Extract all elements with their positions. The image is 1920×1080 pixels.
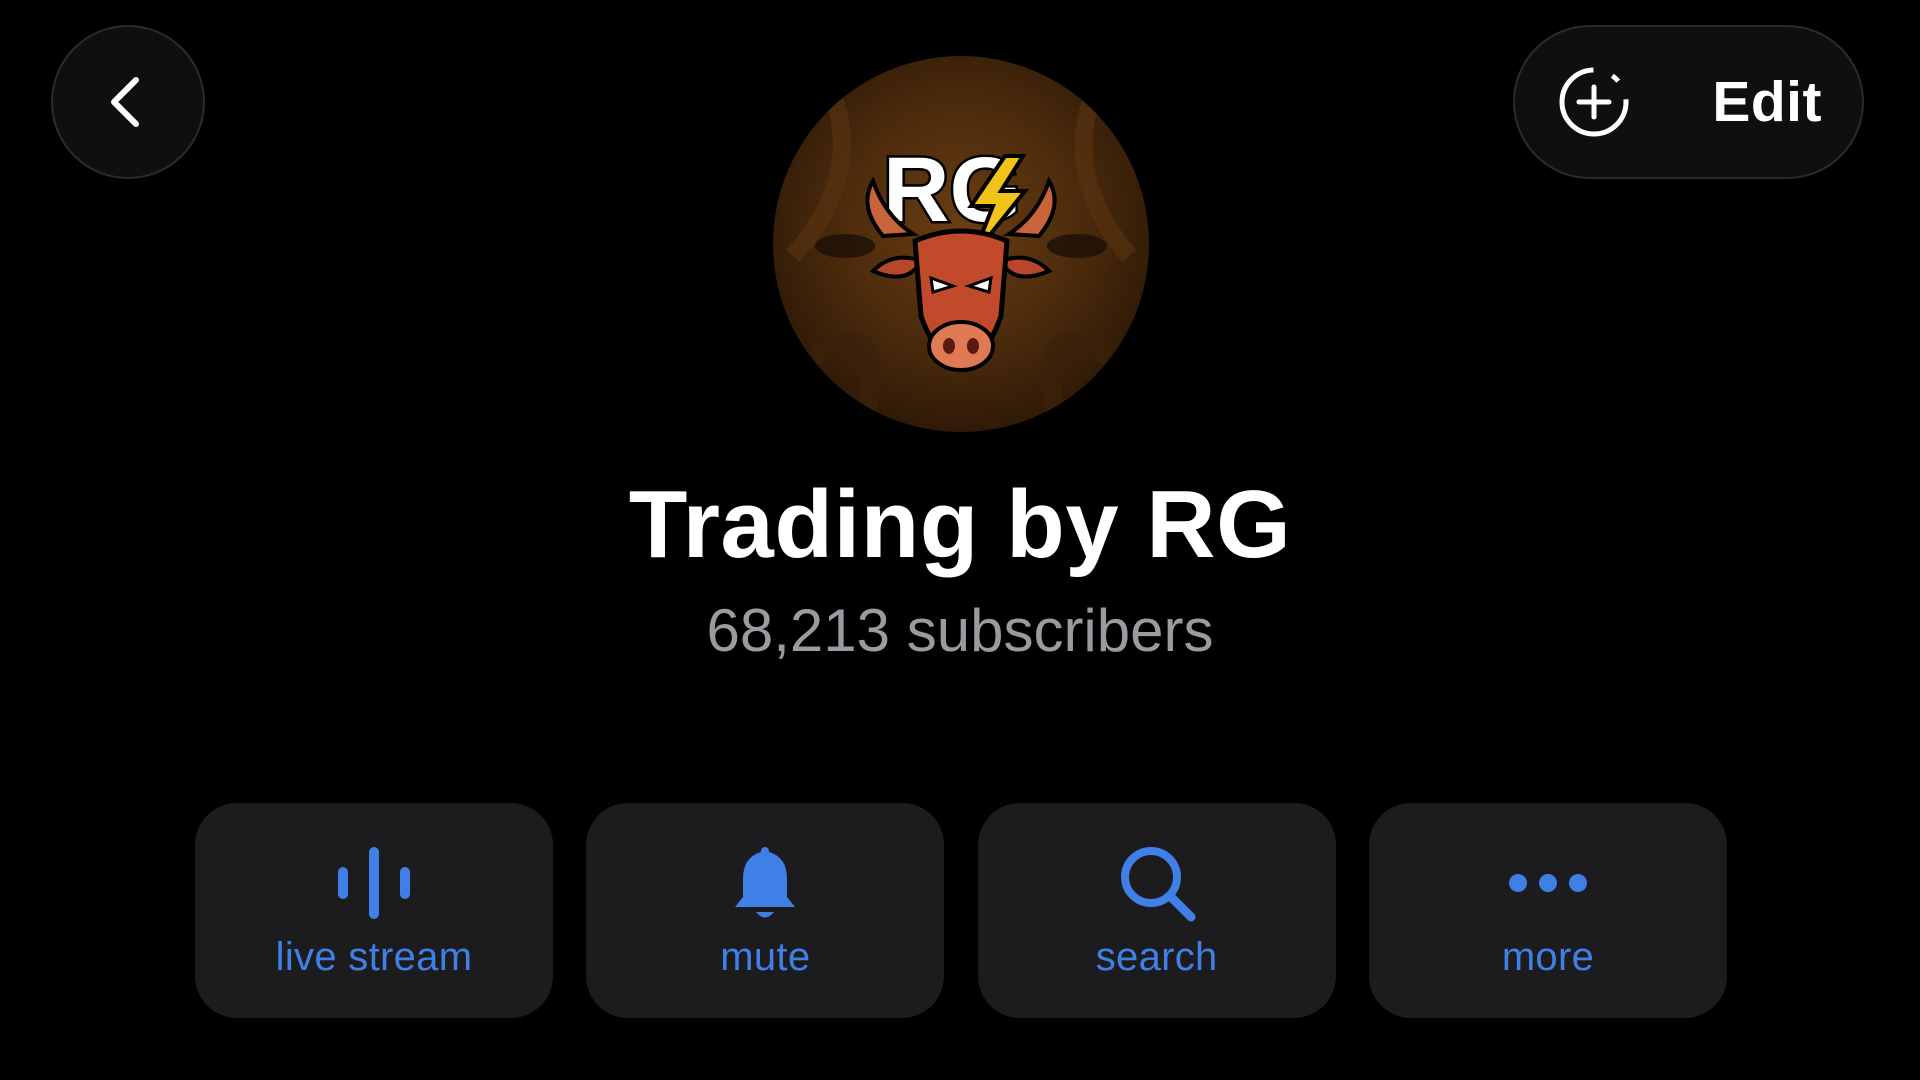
live-stream-button[interactable]: live stream xyxy=(195,803,553,1018)
add-story-button[interactable] xyxy=(1555,63,1633,141)
search-icon xyxy=(1115,841,1199,925)
search-button[interactable]: search xyxy=(977,803,1336,1018)
mute-button[interactable]: mute xyxy=(586,803,945,1018)
channel-profile-screen: Edit RG Trading by RG 68,213 subscribers… xyxy=(0,0,1920,1080)
dashed-circle-plus-icon xyxy=(1559,67,1629,137)
more-dots-icon xyxy=(1506,841,1590,925)
more-button[interactable]: more xyxy=(1368,803,1727,1018)
header-actions-pill: Edit xyxy=(1513,25,1864,179)
live-stream-label: live stream xyxy=(275,935,473,979)
channel-title: Trading by RG xyxy=(628,471,1292,578)
back-button[interactable] xyxy=(51,25,205,179)
edit-button[interactable]: Edit xyxy=(1712,69,1822,135)
channel-avatar[interactable]: RG xyxy=(773,56,1149,432)
action-buttons-row: live stream mute search more xyxy=(195,803,1727,1018)
bull-logo-icon: RG xyxy=(786,92,1136,429)
live-stream-waveform-icon xyxy=(332,841,416,925)
search-label: search xyxy=(1095,935,1218,979)
bell-icon xyxy=(723,841,807,925)
chevron-left-icon xyxy=(111,77,139,127)
more-label: more xyxy=(1501,935,1595,979)
subscriber-count: 68,213 subscribers xyxy=(706,597,1214,664)
mute-label: mute xyxy=(720,935,811,979)
